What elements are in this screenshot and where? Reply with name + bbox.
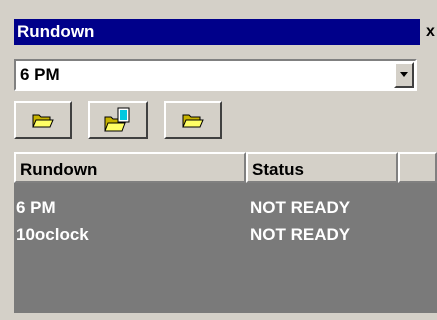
rundown-cell: 10oclock [16,225,89,244]
chevron-down-icon [400,72,408,77]
status-cell: NOT READY [250,198,351,217]
window-title: Rundown [17,22,95,41]
rundown-cell: 6 PM [16,198,56,217]
open-rundown-button[interactable] [14,101,72,139]
table-header: Rundown Status [14,152,437,183]
open-folder-button[interactable] [164,101,222,139]
rundown-select-value: 6 PM [20,65,60,84]
table-row[interactable]: 10oclock NOT READY [14,222,437,248]
bottom-edge [0,313,437,320]
status-cell: NOT READY [250,225,351,244]
rundown-select[interactable]: 6 PM [14,59,417,91]
title-bar: Rundown [14,19,420,45]
open-folder-icon [182,114,204,128]
table-row[interactable]: 6 PM NOT READY [14,195,437,221]
open-folder-icon [32,114,54,128]
rundown-table: 6 PM NOT READY 10oclock NOT READY [14,183,437,313]
open-document-icon [104,107,130,132]
column-header-status[interactable]: Status [246,152,398,183]
dropdown-button[interactable] [394,62,414,88]
close-button[interactable]: x [424,22,437,42]
open-document-button[interactable] [88,101,148,139]
column-header-rundown[interactable]: Rundown [14,152,246,183]
column-header-empty [398,152,437,183]
